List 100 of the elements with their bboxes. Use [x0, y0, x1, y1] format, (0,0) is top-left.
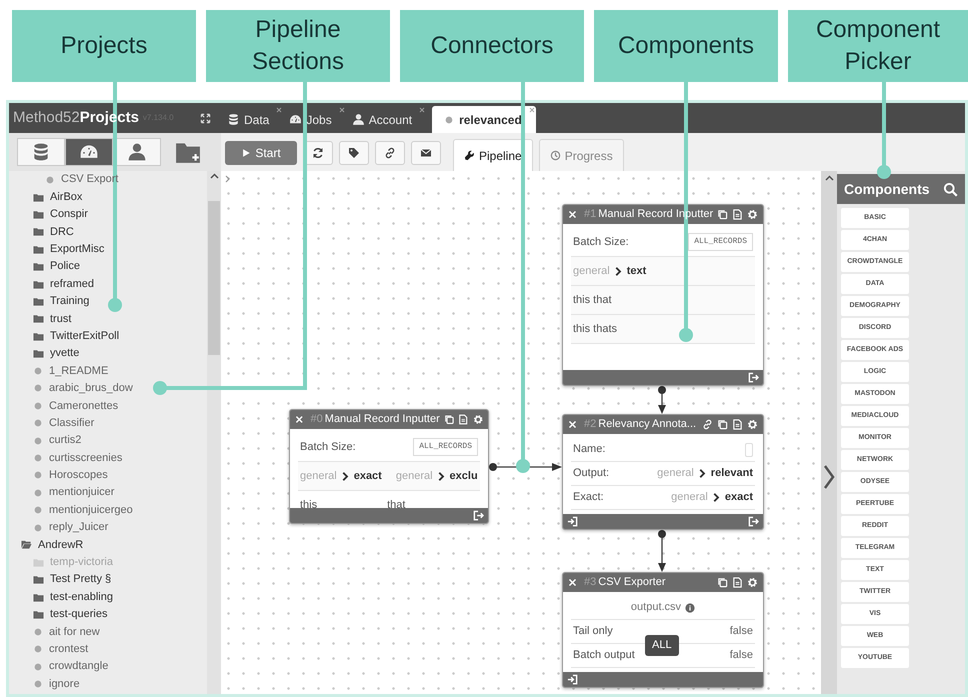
batch-size-field[interactable]: ALL_RECORDS	[413, 438, 478, 456]
copy-icon[interactable]	[717, 577, 728, 588]
exit-icon[interactable]	[473, 510, 484, 521]
pipeline-node[interactable]: #2 Relevancy Annota... Name: Output: general relevant Exact: general exact	[562, 414, 764, 530]
project-item[interactable]: AirBox	[9, 188, 207, 206]
copy-icon[interactable]	[717, 209, 728, 220]
document-icon[interactable]	[732, 577, 743, 588]
project-item[interactable]: curtis2	[9, 432, 207, 450]
project-item[interactable]: Cameronettes	[9, 397, 207, 414]
project-item[interactable]: yvette	[9, 344, 207, 362]
project-item[interactable]: Police	[9, 258, 207, 276]
project-item[interactable]: reply_Juicer	[9, 518, 207, 536]
project-item[interactable]: crowdtangle	[9, 658, 207, 676]
exit-icon[interactable]	[748, 372, 759, 383]
close-icon[interactable]	[276, 107, 282, 113]
project-item[interactable]: TwitterExitPoll	[9, 328, 207, 345]
project-item[interactable]: 1_README	[9, 362, 207, 380]
toolbar-button[interactable]	[375, 141, 405, 165]
caret-up-icon[interactable]	[824, 175, 834, 181]
project-item[interactable]: curtisscreenies	[9, 449, 207, 467]
settings-icon[interactable]	[747, 419, 758, 430]
setting-label: Batch output	[573, 648, 635, 664]
tab[interactable]: Jobs	[283, 106, 346, 133]
copy-icon[interactable]	[717, 419, 728, 430]
tab[interactable]: Account	[346, 106, 426, 133]
connector	[658, 530, 666, 572]
folder-icon	[33, 261, 44, 272]
wrench-icon	[464, 150, 475, 161]
name-field[interactable]	[745, 442, 753, 456]
mode-button[interactable]	[65, 138, 113, 166]
enter-icon[interactable]	[567, 674, 578, 685]
callout-label: Components	[594, 10, 778, 82]
chevron-right-icon	[340, 472, 350, 480]
project-item[interactable]: mentionjuicer	[9, 484, 207, 502]
status-dot-icon	[33, 522, 43, 532]
node-title: Manual Record Inputter	[324, 412, 440, 428]
batch-size-field[interactable]: ALL_RECORDS	[688, 233, 753, 251]
clock-icon	[550, 150, 561, 161]
copy-icon[interactable]	[444, 414, 454, 425]
project-item[interactable]: Conspir	[9, 206, 207, 224]
chevron-right-icon	[614, 266, 623, 276]
project-item[interactable]: trust	[9, 310, 207, 328]
project-item[interactable]: Training	[9, 292, 207, 310]
play-icon	[241, 148, 252, 158]
document-icon[interactable]	[732, 419, 743, 430]
toolbar-button[interactable]	[411, 141, 441, 165]
toolbar-button[interactable]	[339, 141, 369, 165]
expand-icon[interactable]	[200, 112, 211, 124]
search-icon[interactable]	[943, 182, 958, 196]
field-label: Batch Size:	[573, 234, 629, 250]
settings-icon[interactable]	[747, 209, 758, 220]
setting-label: Tail only	[573, 624, 613, 640]
close-icon[interactable]	[338, 107, 345, 113]
scrollbar-thumb[interactable]	[208, 201, 220, 355]
source-label: general	[573, 264, 610, 279]
project-item[interactable]: arabic_brus_dow	[9, 380, 207, 398]
link-icon[interactable]	[702, 419, 713, 430]
exit-icon[interactable]	[748, 516, 759, 527]
project-item[interactable]: ignore	[9, 675, 207, 693]
project-item[interactable]: ait for new	[9, 623, 207, 641]
tab[interactable]: relevanced	[432, 106, 536, 133]
project-item[interactable]: reframed	[9, 275, 207, 293]
settings-icon[interactable]	[472, 414, 483, 425]
document-icon[interactable]	[458, 414, 469, 425]
open-folder-icon	[21, 539, 32, 550]
status-dot-icon	[33, 662, 43, 672]
pipeline-node[interactable]: #3 CSV Exporter output.csv Tail only false Batch output false ALL	[562, 572, 764, 688]
info-icon	[685, 602, 696, 612]
project-item[interactable]: Classifier	[9, 414, 207, 432]
close-icon[interactable]	[419, 107, 426, 113]
gauge-icon	[289, 113, 302, 126]
caret-up-icon[interactable]	[210, 173, 218, 179]
pipeline-node[interactable]: #0 Manual Record Inputter Batch Size: ALL_RECORDS general exact general exclu this that	[289, 409, 489, 524]
callout-label: Component Picker	[788, 10, 968, 82]
project-item[interactable]: DRC	[9, 223, 207, 241]
database-icon	[227, 113, 240, 126]
project-item[interactable]: mentionjuicergeo	[9, 501, 207, 519]
panel-toggle-strip[interactable]	[821, 171, 837, 694]
tab[interactable]: Data	[221, 106, 284, 133]
scrollbar[interactable]	[207, 171, 221, 694]
settings-icon[interactable]	[747, 577, 758, 588]
project-item[interactable]: Test Pretty §	[9, 570, 207, 588]
status-dot-icon	[33, 470, 43, 480]
project-item[interactable]: crontest	[9, 640, 207, 658]
enter-icon[interactable]	[567, 516, 578, 527]
start-button[interactable]: Start	[225, 141, 297, 165]
status-dot-icon	[444, 114, 454, 124]
document-icon[interactable]	[732, 209, 744, 220]
status-dot-icon	[33, 644, 43, 654]
project-item[interactable]: Horoscopes	[9, 466, 207, 484]
project-item[interactable]: AndrewR	[9, 536, 207, 554]
chevron-right-icon[interactable]	[225, 175, 231, 183]
project-item[interactable]: ExportMisc	[9, 240, 207, 258]
view-tab[interactable]: Pipeline	[453, 139, 533, 171]
chevron-right-icon[interactable]	[823, 464, 835, 490]
project-item[interactable]: test-queries	[9, 606, 207, 624]
source-label: general	[396, 468, 433, 484]
envelope-icon	[420, 147, 432, 159]
project-item[interactable]: test-enabling	[9, 588, 207, 606]
mode-button[interactable]	[17, 138, 65, 166]
